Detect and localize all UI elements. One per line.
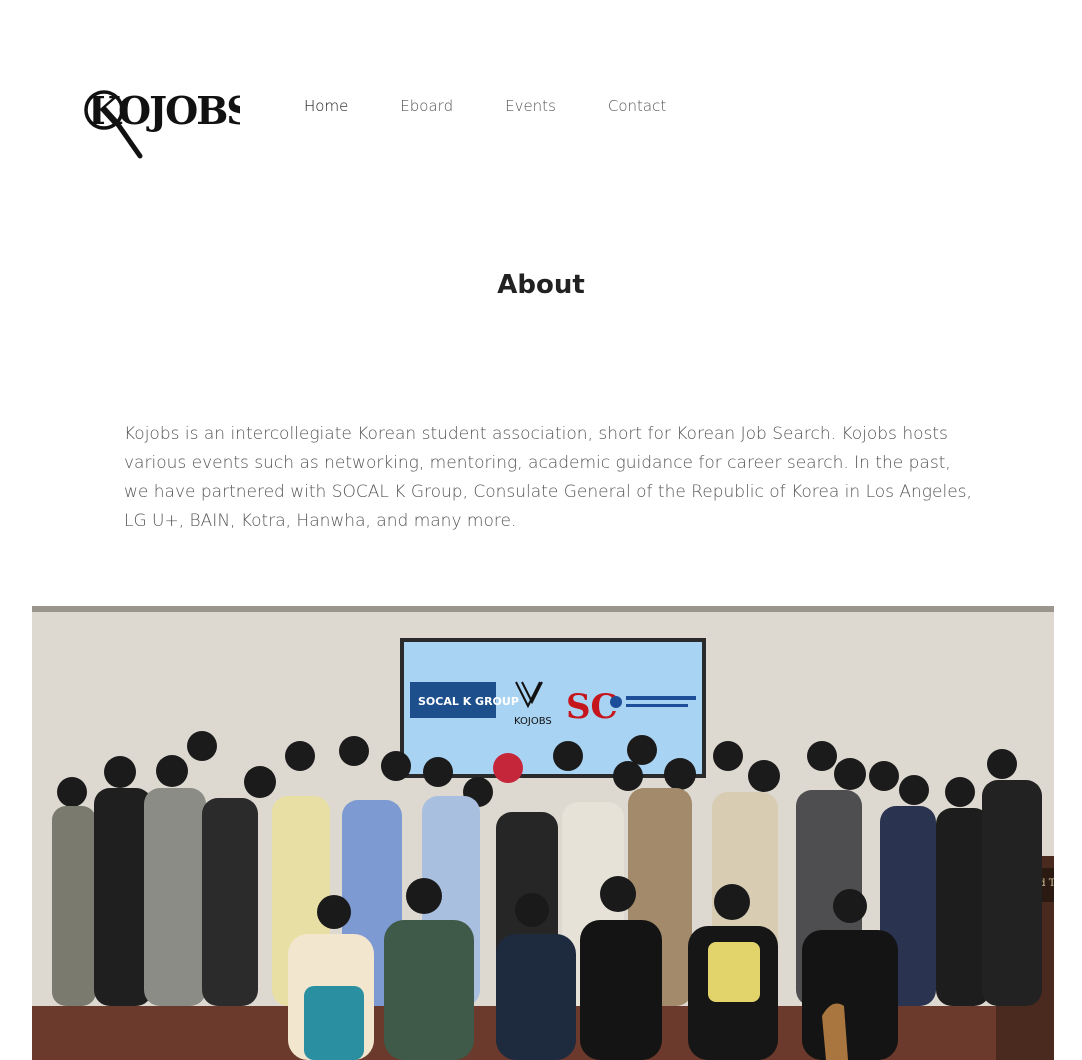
screen-logo-sc: SC	[566, 687, 618, 727]
nav-events[interactable]: Events	[505, 96, 556, 116]
magnifier-logo-icon: KOJOBS	[84, 88, 240, 159]
main-nav: Home Eboard Events Contact	[304, 96, 718, 116]
about-paragraph: Kojobs is an intercollegiate Korean stud…	[124, 424, 972, 531]
group-photo: SOCAL K GROUP KOJOBS SC Ronald T	[32, 606, 1054, 1060]
nav-home[interactable]: Home	[304, 96, 348, 116]
about-heading: About	[497, 270, 585, 300]
screen-logo-kojobs: KOJOBS	[514, 716, 552, 727]
screen-logo-socal: SOCAL K GROUP	[418, 695, 519, 708]
nav-contact[interactable]: Contact	[608, 96, 666, 116]
kojobs-logo[interactable]: KOJOBS	[84, 88, 240, 160]
projection-screen: SOCAL K GROUP KOJOBS SC	[400, 638, 706, 778]
logo-wordmark: KOJOBS	[88, 88, 240, 133]
nav-eboard[interactable]: Eboard	[400, 96, 453, 116]
